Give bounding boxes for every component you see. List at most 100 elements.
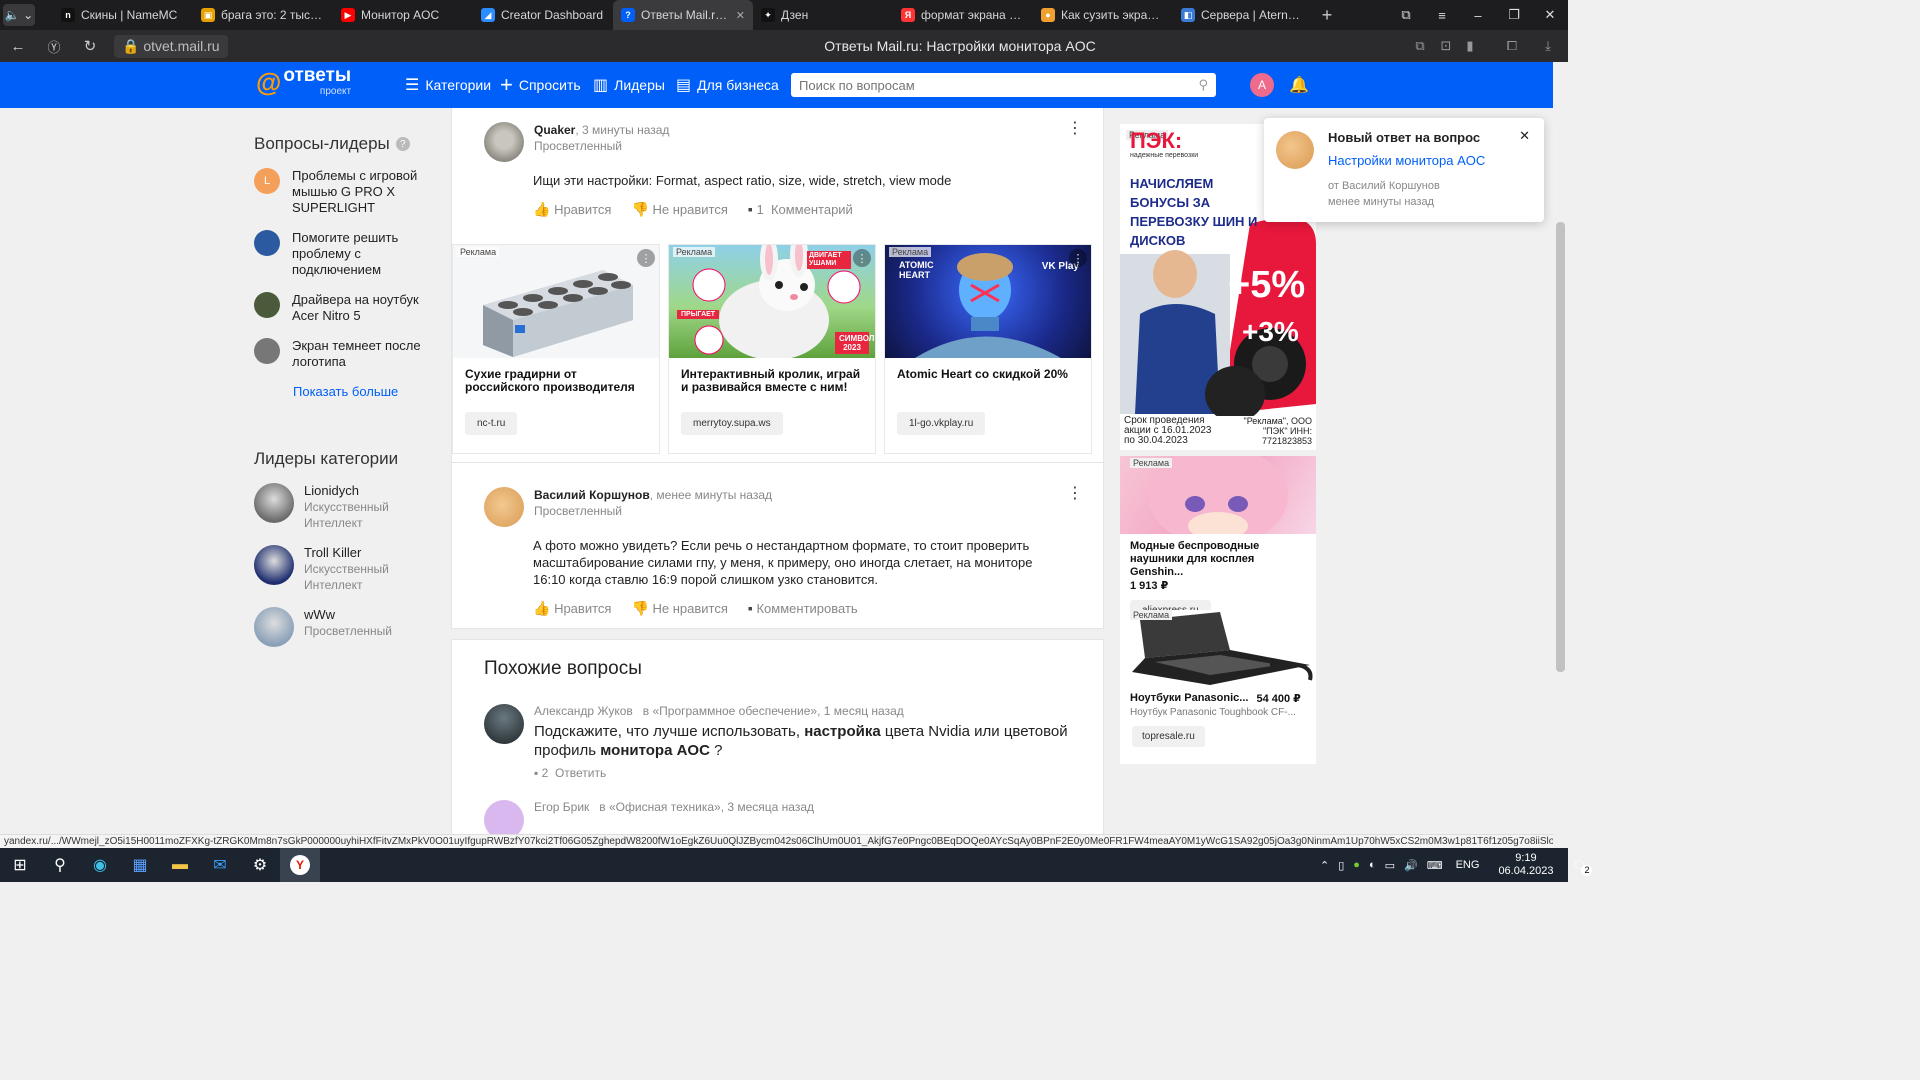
phone-icon[interactable]: ▯ (1338, 859, 1344, 872)
windows-start-icon[interactable]: ⊞ (0, 848, 40, 882)
category-leader-item[interactable]: Troll Killer Искусственный Интеллект (254, 545, 434, 593)
ad-options-icon[interactable]: ⋮ (637, 249, 655, 267)
reload-icon[interactable]: ↻ (72, 30, 108, 62)
browser-tab[interactable]: ▣ брага это: 2 тыс изоб (193, 0, 333, 30)
aliexpress-ad[interactable]: Реклама Модные беспроводные наушники для… (1120, 456, 1316, 621)
yandex-icon[interactable]: Ⓨ (36, 30, 72, 62)
more-options-icon[interactable]: ⋮ (1067, 486, 1083, 502)
browser-tab[interactable]: ◢ Creator Dashboard (473, 0, 613, 30)
browser-tab[interactable]: ● Как сузить экран мо (1033, 0, 1173, 30)
search-icon[interactable]: ⚲ (1198, 77, 1208, 93)
question-title[interactable]: Подскажите, что лучше использовать, наст… (534, 722, 1071, 760)
translate-icon[interactable]: ⧉ (1408, 30, 1432, 62)
site-logo[interactable]: @ ответы проект (256, 66, 351, 98)
security-icon[interactable]: ● (1353, 859, 1360, 871)
answer-author[interactable]: Quaker (534, 123, 575, 137)
collections-icon[interactable]: ⧉ (1388, 0, 1424, 30)
download-icon[interactable]: ⤓ (1536, 30, 1560, 62)
ad-options-icon[interactable]: ⋮ (853, 249, 871, 267)
browser-tab[interactable]: ? Ответы Mail.ru: На ✕ (613, 0, 753, 30)
question-avatar[interactable] (484, 704, 524, 744)
dislike-button[interactable]: 👎 Не нравится (631, 600, 727, 617)
bookmarks-panel-icon[interactable]: ⧠ (1500, 30, 1524, 62)
notification-toast[interactable]: Новый ответ на вопрос Настройки монитора… (1264, 118, 1544, 222)
ad-domain-button[interactable]: topresale.ru (1132, 726, 1205, 747)
browser-tab[interactable]: n Скины | NameMC (53, 0, 193, 30)
ad-card[interactable]: Реклама ⋮ Сухие градирни от российского … (452, 244, 660, 454)
ad-card[interactable]: Реклама ATOMIC HEART VK Play ⋮ Atomic He… (884, 244, 1092, 454)
dislike-button[interactable]: 👎 Не нравится (631, 201, 727, 218)
leader-question-item[interactable]: Экран темнеет после логотипа (254, 338, 434, 370)
leader-question-item[interactable]: Помогите решить проблему с подключением (254, 230, 434, 278)
category-leader-item[interactable]: wWw Просветленный (254, 607, 434, 647)
browser-tab[interactable]: ▶ Монитор AOC (333, 0, 473, 30)
browser-tab[interactable]: Яформат экрана мон (893, 0, 1033, 30)
search-icon[interactable]: ⚲ (40, 848, 80, 882)
ad-card[interactable]: Реклама ПРЫГАЕТ ДВИГАЕТ УШАМИ СИМВОЛ 202… (668, 244, 876, 454)
user-avatar[interactable]: A (1250, 73, 1274, 97)
ad-domain-button[interactable]: merrytoy.supa.ws (681, 412, 783, 435)
scrollbar-thumb[interactable] (1556, 222, 1565, 672)
clock[interactable]: 9:19 06.04.2023 (1498, 852, 1553, 878)
ad-options-icon[interactable]: ⋮ (1069, 249, 1087, 267)
nav-leaders[interactable]: ▥ Лидеры (593, 62, 665, 108)
page-scrollbar[interactable] (1553, 62, 1568, 834)
ad-title[interactable]: Интерактивный кролик, играй и развивайся… (669, 358, 875, 412)
answer-author[interactable]: Василий Коршунов (534, 488, 650, 502)
show-more-link[interactable]: Показать больше (293, 384, 434, 399)
edge-icon[interactable]: ◉ (80, 848, 120, 882)
toast-question-link[interactable]: Настройки монитора AOC (1328, 153, 1530, 168)
browser-tab[interactable]: ◧ Сервера | Aternos | В (1173, 0, 1313, 30)
more-options-icon[interactable]: ⋮ (1067, 121, 1083, 137)
extensions-icon[interactable]: ⊡ (1434, 30, 1458, 62)
answer-avatar[interactable] (484, 487, 524, 527)
discord-icon[interactable]: ◐ (1369, 859, 1376, 871)
nav-categories[interactable]: ☰ Категории (405, 62, 491, 108)
notifications-icon[interactable]: 🗨 2 (1573, 859, 1593, 876)
url-field[interactable]: 🔒 otvet.mail.ru (114, 34, 228, 58)
yandex-browser-icon[interactable]: Y (280, 848, 320, 882)
ad-title[interactable]: Atomic Heart со скидкой 20% (885, 358, 1091, 412)
store-icon[interactable]: ▦ (120, 848, 160, 882)
close-icon[interactable]: ✕ (1519, 128, 1530, 144)
search-input[interactable] (799, 77, 1199, 93)
mail-icon[interactable]: ✉ (200, 848, 240, 882)
back-icon[interactable]: ← (0, 30, 36, 62)
tab-close-icon[interactable]: ✕ (736, 9, 745, 22)
menu-icon[interactable]: ≡ (1424, 0, 1460, 30)
nav-business[interactable]: ▤ Для бизнеса (676, 62, 779, 108)
help-icon[interactable]: ? (395, 137, 410, 151)
volume-icon[interactable]: 🔊 (1404, 859, 1418, 872)
minimize-icon[interactable]: – (1460, 0, 1496, 30)
tab-audio-menu-button[interactable]: 🔈 ⌄ (3, 4, 35, 26)
laptop-ad[interactable]: Реклама Ноутбуки Panasonic... 54 400 ₽ Н… (1120, 610, 1316, 764)
new-tab-icon[interactable]: + (1313, 0, 1341, 30)
like-button[interactable]: 👍 Нравится (533, 600, 611, 617)
answer-count[interactable]: ▪ 2 Ответить (534, 766, 1071, 780)
maximize-icon[interactable]: ❐ (1496, 0, 1532, 30)
leader-question-item[interactable]: Драйвера на ноутбук Acer Nitro 5 (254, 292, 434, 324)
ad-domain-button[interactable]: nc-t.ru (465, 412, 518, 435)
bell-icon[interactable]: 🔔 (1288, 73, 1310, 97)
browser-tab-bar: 🔈 ⌄ n Скины | NameMC ▣ брага это: 2 тыс изо… (0, 0, 1568, 30)
ad-title[interactable]: Сухие градирни от российского производит… (453, 358, 659, 412)
network-icon[interactable]: ▭ (1385, 859, 1395, 872)
category-leader-item[interactable]: Lionidych Искусственный Интеллект (254, 483, 434, 531)
keyboard-icon[interactable]: ⌨ (1427, 859, 1443, 872)
system-tray: ⌃ ▯ ● ◐ ▭ 🔊 ⌨ ENG 9:19 06.04.2023 🗨 2 (1320, 848, 1593, 882)
similar-question-item[interactable]: Александр Жуков в «Программное обеспечен… (484, 704, 1071, 780)
language-indicator[interactable]: ENG (1456, 859, 1480, 871)
nav-ask[interactable]: + Спросить (500, 62, 581, 108)
answer-avatar[interactable] (484, 122, 524, 162)
chevron-up-icon[interactable]: ⌃ (1320, 859, 1329, 872)
close-window-icon[interactable]: ✕ (1532, 0, 1568, 30)
comments-button[interactable]: ▪ 1 Комментарий (748, 201, 853, 217)
ad-domain-button[interactable]: 1l-go.vkplay.ru (897, 412, 986, 435)
like-button[interactable]: 👍 Нравится (533, 201, 611, 218)
leader-question-item[interactable]: L Проблемы с игровой мышью G PRO X SUPERL… (254, 168, 434, 216)
bookmark-icon[interactable]: ▮ (1458, 30, 1482, 62)
explorer-icon[interactable]: ▬ (160, 848, 200, 882)
browser-tab[interactable]: ✦ Дзен (753, 0, 893, 30)
comment-button[interactable]: ▪ Комментировать (748, 600, 858, 616)
settings-icon[interactable]: ⚙ (240, 848, 280, 882)
